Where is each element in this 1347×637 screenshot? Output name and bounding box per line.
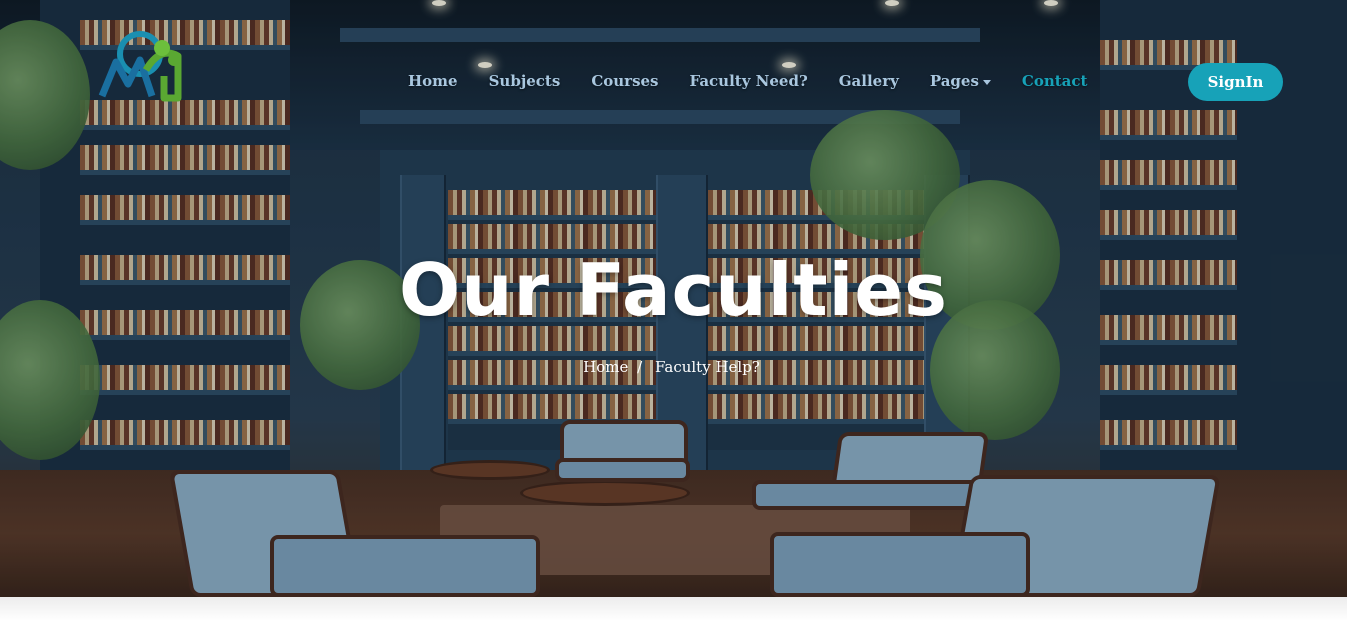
caret-down-icon bbox=[982, 79, 991, 85]
nav-item-gallery[interactable]: Gallery bbox=[839, 72, 899, 90]
breadcrumb-current: Faculty Help? bbox=[654, 358, 760, 376]
page-bottom bbox=[0, 597, 1347, 637]
breadcrumb-home-link[interactable]: Home bbox=[583, 358, 628, 376]
nav-item-pages[interactable]: Pages bbox=[930, 72, 991, 90]
breadcrumb-separator: / bbox=[637, 358, 643, 376]
main-nav: Home Subjects Courses Faculty Need? Gall… bbox=[408, 72, 1118, 90]
page-title: Our Faculties bbox=[399, 248, 948, 332]
nav-item-courses[interactable]: Courses bbox=[591, 72, 658, 90]
nav-item-subjects[interactable]: Subjects bbox=[489, 72, 561, 90]
breadcrumb: Home / Faculty Help? bbox=[0, 358, 1347, 376]
nav-item-faculty-need[interactable]: Faculty Need? bbox=[690, 72, 808, 90]
brand-logo[interactable] bbox=[94, 26, 190, 106]
signin-button[interactable]: SignIn bbox=[1188, 63, 1283, 101]
nav-item-contact[interactable]: Contact bbox=[1022, 72, 1088, 90]
nav-item-home[interactable]: Home bbox=[408, 72, 458, 90]
nav-item-pages-label: Pages bbox=[929, 72, 979, 90]
